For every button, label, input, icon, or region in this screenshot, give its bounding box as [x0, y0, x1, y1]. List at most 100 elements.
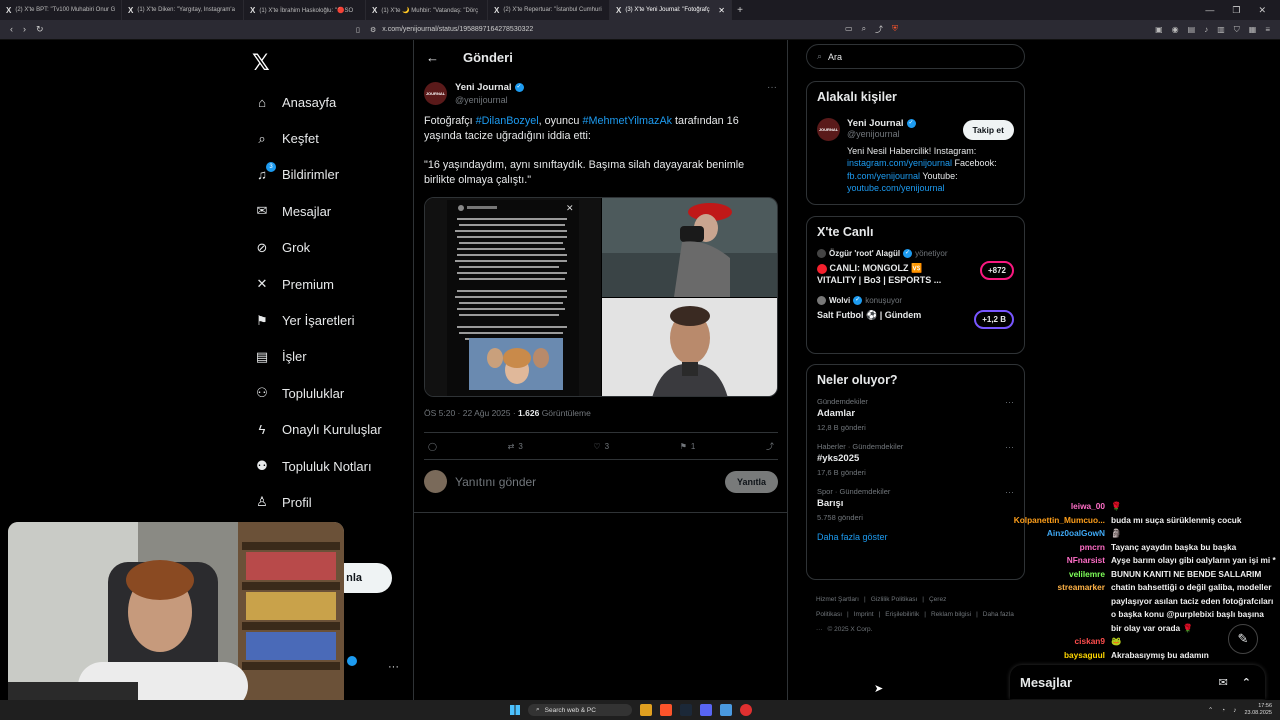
- related-name[interactable]: Yeni Journal: [847, 118, 904, 129]
- live-item[interactable]: Wolvi ✓ konuşuyor Salt Futbol ⚽ | Gündem +…: [817, 296, 1014, 329]
- sidebar-item[interactable]: ⌕ Keşfet: [254, 120, 382, 156]
- sidebar-item[interactable]: ▤ İşler: [254, 339, 382, 375]
- trend-item[interactable]: Gündemdekiler Adamlar 12,8 B gönderi ···: [817, 397, 1014, 432]
- sidebar-item[interactable]: ✉ Mesajlar: [254, 193, 382, 229]
- retweet-action[interactable]: ⇄ 3: [508, 442, 523, 451]
- speaker-icon[interactable]: ♪: [1233, 707, 1236, 714]
- extension-icon[interactable]: ▤: [1188, 25, 1196, 35]
- reply-button[interactable]: Yanıtla: [724, 470, 778, 493]
- account-menu-icon[interactable]: ···: [388, 661, 399, 673]
- media-photo-actor[interactable]: [602, 298, 777, 396]
- bookmark-page-icon[interactable]: ▯: [356, 26, 360, 34]
- system-clock[interactable]: 17:56 23.08.2025: [1244, 703, 1272, 717]
- address-bar[interactable]: ▯ ⚙ x.com/yenijournal/status/19588971642…: [356, 26, 910, 34]
- zoom-icon[interactable]: ⌕: [862, 24, 866, 35]
- footer-link[interactable]: Erişilebilirlik: [885, 611, 919, 618]
- bookmark-action[interactable]: ⚑ 1: [680, 442, 696, 451]
- trend-more-icon[interactable]: ···: [1005, 442, 1014, 452]
- footer-link[interactable]: Reklam bilgisi: [931, 611, 971, 618]
- steam-icon[interactable]: [680, 704, 692, 716]
- post-media-grid[interactable]: ✕: [424, 197, 778, 397]
- tab-close-icon[interactable]: ✕: [718, 6, 725, 15]
- forward-icon[interactable]: ›: [23, 24, 26, 35]
- avatar[interactable]: JOURNAL: [817, 118, 840, 141]
- post-author[interactable]: JOURNAL Yeni Journal ✓ @yenijournal: [424, 82, 524, 105]
- restore-icon[interactable]: ❐: [1232, 5, 1240, 16]
- author-name[interactable]: Yeni Journal: [455, 82, 512, 93]
- obs-icon[interactable]: [740, 704, 752, 716]
- hashtag-link[interactable]: #DilanBozyel: [476, 115, 539, 127]
- reply-input[interactable]: Yanıtını gönder: [455, 475, 717, 489]
- footer-link[interactable]: © 2025 X Corp.: [828, 626, 873, 633]
- wifi-icon[interactable]: ◔: [1221, 707, 1225, 714]
- trend-more-icon[interactable]: ···: [1005, 397, 1014, 407]
- browser-tab[interactable]: X (1) X'te Diken: "Yargıtay, Instagram'a: [122, 0, 244, 20]
- sidebar-item[interactable]: ⚉ Topluluk Notları: [254, 448, 382, 484]
- show-more-link[interactable]: Daha fazla göster: [817, 532, 1014, 542]
- sidebar-item[interactable]: ⚑ Yer İşaretleri: [254, 302, 382, 338]
- media-story-screenshot[interactable]: ✕: [425, 198, 601, 396]
- sidebar-item[interactable]: ♫ 3 Bildirimler: [254, 157, 382, 193]
- new-message-icon[interactable]: ✉: [1219, 676, 1228, 689]
- x-logo-icon[interactable]: 𝕏: [252, 50, 270, 76]
- file-explorer-icon[interactable]: [640, 704, 652, 716]
- site-settings-icon[interactable]: ⚙: [370, 26, 376, 34]
- sidebar-item[interactable]: ⊘ Grok: [254, 230, 382, 266]
- new-tab-icon[interactable]: +: [732, 5, 748, 16]
- messages-drawer[interactable]: Mesajlar ✉ ⌃: [1010, 665, 1265, 699]
- more-options-icon[interactable]: ···: [767, 82, 777, 93]
- close-icon[interactable]: ✕: [1258, 5, 1266, 16]
- search-input[interactable]: ⌕ Ara: [806, 44, 1025, 69]
- live-item[interactable]: Özgür 'root' Alagül ✓ yönetiyor CANLI: MON…: [817, 249, 1014, 286]
- app-icon[interactable]: [720, 704, 732, 716]
- sidebar-item[interactable]: ♙ Profil: [254, 484, 382, 520]
- trend-item[interactable]: Haberler · Gündemdekiler #yks2025 17,6 B g…: [817, 442, 1014, 477]
- tray-icon[interactable]: ⌃: [1208, 706, 1213, 714]
- author-handle[interactable]: @yenijournal: [455, 95, 524, 105]
- minimize-icon[interactable]: —: [1205, 5, 1214, 16]
- share-action[interactable]: ⤴: [766, 441, 774, 452]
- share-icon[interactable]: ⤴: [875, 24, 883, 35]
- hashtag-link[interactable]: #MehmetYilmazAk: [582, 115, 672, 127]
- footer-link[interactable]: Imprint: [854, 611, 874, 618]
- sidebar-item[interactable]: ⚇ Topluluklar: [254, 375, 382, 411]
- chevron-up-icon[interactable]: ⌃: [1242, 676, 1251, 689]
- bio-link[interactable]: instagram.com/yenijournal: [847, 158, 952, 168]
- footer-link[interactable]: Gizlilik Politikası: [871, 596, 918, 603]
- trend-item[interactable]: Spor · Gündemdekiler Barışı 5.758 gönderi ·…: [817, 487, 1014, 522]
- sidebar-toggle-icon[interactable]: ▥: [1217, 25, 1225, 35]
- reply-action[interactable]: ◯: [428, 442, 437, 451]
- brave-shield-icon[interactable]: ⛨: [892, 24, 898, 35]
- trend-more-icon[interactable]: ···: [1005, 487, 1014, 497]
- browser-tab[interactable]: X (2) X'te BPT: "Tv100 Muhabiri Onur G: [0, 0, 122, 20]
- sidebar-item[interactable]: ✕ Premium: [254, 266, 382, 302]
- like-action[interactable]: ♡ 3: [593, 442, 609, 451]
- bio-link[interactable]: youtube.com/yenijournal: [847, 183, 945, 193]
- menu-icon[interactable]: ≡: [1265, 25, 1270, 35]
- taskbar-search[interactable]: ⌕ Search web & PC: [528, 704, 632, 716]
- bio-link[interactable]: fb.com/yenijournal: [847, 171, 920, 181]
- windows-start-icon[interactable]: [510, 705, 520, 715]
- reload-icon[interactable]: ↻: [36, 24, 44, 35]
- back-icon[interactable]: ‹: [10, 24, 13, 35]
- extension-icon[interactable]: ▣: [1155, 25, 1163, 35]
- browser-tab[interactable]: X (3) X'te Yeni Journal: "Fotoğrafç ✕: [610, 0, 732, 20]
- browser-tab[interactable]: X (1) X'te İbrahim Haskoloğlu: "🔴SO: [244, 0, 366, 20]
- brave-browser-icon[interactable]: [660, 704, 672, 716]
- browser-tab[interactable]: X (2) X'te Repertuar: "İstanbul Cumhuri: [488, 0, 610, 20]
- extension-icon[interactable]: ◉: [1172, 25, 1179, 35]
- sidebar-item[interactable]: ϟ Onaylı Kuruluşlar: [254, 412, 382, 448]
- compose-icon[interactable]: ✎: [1228, 624, 1258, 654]
- avatar[interactable]: JOURNAL: [424, 82, 447, 105]
- wallet-icon[interactable]: ▦: [1249, 25, 1257, 35]
- footer-link[interactable]: Hizmet Şartları: [816, 596, 859, 603]
- follow-button[interactable]: Takip et: [962, 120, 1014, 140]
- discord-icon[interactable]: [700, 704, 712, 716]
- sidebar-item[interactable]: ⌂ Anasayfa: [254, 84, 382, 120]
- browser-tab[interactable]: X (1) X'te 🌙 Muhbir: "Vatandaş: "Dörç: [366, 0, 488, 20]
- related-person[interactable]: JOURNAL Yeni Journal ✓ @yenijournal Takip…: [817, 118, 1014, 194]
- music-icon[interactable]: ♪: [1204, 25, 1208, 35]
- media-photo-photographer[interactable]: [602, 198, 777, 297]
- post-time[interactable]: ÖS 5:20 · 22 Ağu 2025 ·: [424, 408, 518, 418]
- screen-icon[interactable]: ▭: [845, 24, 853, 35]
